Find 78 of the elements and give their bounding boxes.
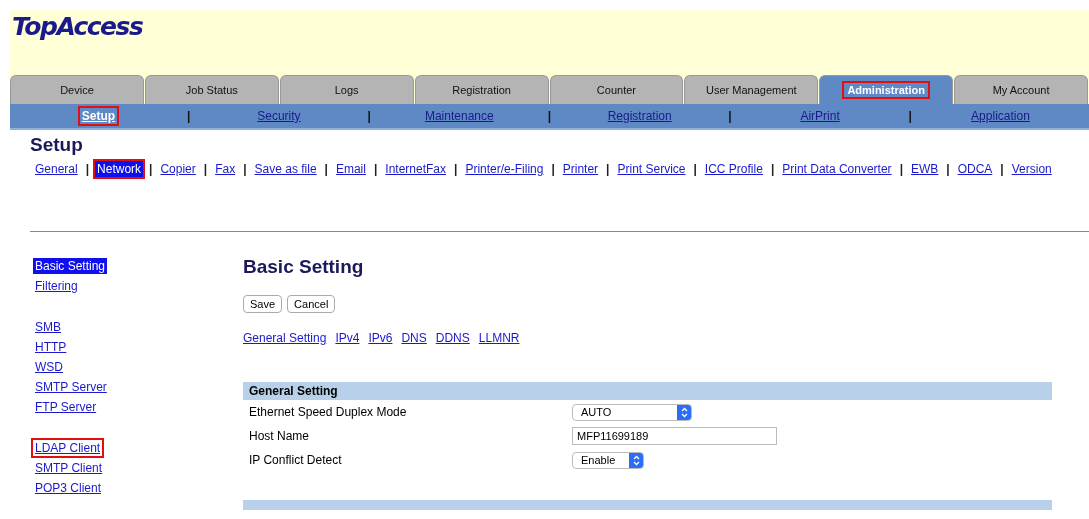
separator: | bbox=[149, 162, 153, 176]
sidebar-link[interactable]: SMB bbox=[33, 319, 63, 335]
select-field[interactable]: Enable bbox=[572, 451, 644, 469]
separator: | bbox=[899, 162, 903, 176]
field-label: IP Conflict Detect bbox=[248, 453, 343, 467]
select-field[interactable]: AUTO bbox=[572, 403, 692, 421]
text-field[interactable]: MFP11699189 bbox=[572, 427, 777, 445]
subnav-link[interactable]: AirPrint bbox=[798, 108, 842, 124]
nav-tab[interactable]: Device bbox=[10, 75, 144, 104]
sidebar-link[interactable]: SMTP Client bbox=[33, 460, 105, 476]
separator: | bbox=[1000, 162, 1004, 176]
anchor-link[interactable]: DNS bbox=[401, 331, 427, 345]
chevron-icon bbox=[632, 454, 640, 466]
category-link[interactable]: Printer/e-Filing bbox=[463, 161, 546, 177]
separator: | bbox=[454, 162, 458, 176]
subnav-link[interactable]: Maintenance bbox=[422, 108, 496, 124]
separator: | bbox=[324, 162, 328, 176]
anchor-link[interactable]: General Setting bbox=[243, 331, 327, 345]
category-link[interactable]: Print Data Converter bbox=[780, 161, 894, 177]
nav-tab[interactable]: Administration bbox=[819, 75, 954, 104]
nav-tab[interactable]: Registration bbox=[414, 75, 549, 104]
category-link[interactable]: ICC Profile bbox=[702, 161, 765, 177]
logo: TopAccess bbox=[12, 12, 143, 41]
separator: | bbox=[908, 109, 912, 123]
field-label: Host Name bbox=[248, 429, 311, 443]
nav-tab[interactable]: Counter bbox=[549, 75, 684, 104]
sidebar-link[interactable]: HTTP bbox=[33, 339, 69, 355]
separator: | bbox=[243, 162, 247, 176]
category-link[interactable]: Print Service bbox=[615, 161, 688, 177]
subnav-link[interactable]: Setup bbox=[79, 108, 118, 124]
chevron-icon bbox=[680, 406, 688, 418]
category-link[interactable]: Version bbox=[1009, 161, 1054, 177]
category-link[interactable]: Network bbox=[95, 161, 144, 177]
separator: | bbox=[606, 162, 610, 176]
separator: | bbox=[203, 162, 208, 176]
sidebar-link[interactable]: POP3 Client bbox=[33, 480, 104, 496]
sidebar-link[interactable]: SMTP Server bbox=[33, 379, 109, 395]
sidebar-link[interactable]: FTP Server bbox=[33, 399, 99, 415]
category-link[interactable]: Email bbox=[333, 161, 368, 177]
nav-tab[interactable]: Job Status bbox=[144, 75, 279, 104]
category-link[interactable]: InternetFax bbox=[383, 161, 448, 177]
action-button[interactable]: Cancel bbox=[287, 295, 336, 313]
category-link[interactable]: Fax bbox=[213, 161, 238, 177]
separator: | bbox=[551, 162, 555, 176]
separator: | bbox=[367, 109, 371, 123]
separator: | bbox=[187, 109, 191, 123]
section-header: General Setting bbox=[243, 382, 1052, 400]
anchor-link[interactable]: LLMNR bbox=[478, 331, 520, 345]
sidebar-link[interactable]: Filtering bbox=[33, 278, 80, 294]
category-link[interactable]: ODCA bbox=[955, 161, 995, 177]
subnav-link[interactable]: Registration bbox=[605, 108, 674, 124]
separator: | bbox=[547, 109, 552, 123]
separator: | bbox=[946, 162, 950, 176]
separator: | bbox=[770, 162, 775, 176]
separator: | bbox=[728, 109, 732, 123]
category-link[interactable]: Copier bbox=[158, 161, 198, 177]
nav-tab[interactable]: User Management bbox=[684, 75, 819, 104]
field-label: Ethernet Speed Duplex Mode bbox=[248, 405, 408, 419]
sidebar-link[interactable]: Basic Setting bbox=[33, 258, 108, 274]
separator: | bbox=[85, 162, 90, 176]
sidebar-link[interactable]: WSD bbox=[33, 359, 65, 375]
category-link[interactable]: Save as file bbox=[252, 161, 319, 177]
anchor-link[interactable]: IPv4 bbox=[335, 331, 360, 345]
category-link[interactable]: General bbox=[33, 161, 80, 177]
separator: | bbox=[693, 162, 697, 176]
section-title: Basic Setting bbox=[243, 256, 365, 278]
nav-tab[interactable]: Logs bbox=[279, 75, 414, 104]
subnav-link[interactable]: Security bbox=[255, 108, 303, 124]
sidebar-link[interactable]: LDAP Client bbox=[33, 440, 103, 456]
anchor-link[interactable]: DDNS bbox=[435, 331, 470, 345]
separator: | bbox=[373, 162, 378, 176]
page-title: Setup bbox=[30, 134, 84, 156]
category-link[interactable]: EWB bbox=[909, 161, 941, 177]
subnav-link[interactable]: Application bbox=[969, 108, 1032, 124]
action-button[interactable]: Save bbox=[243, 295, 283, 313]
anchor-link[interactable]: IPv6 bbox=[368, 331, 393, 345]
category-link[interactable]: Printer bbox=[560, 161, 601, 177]
nav-tab[interactable]: My Account bbox=[954, 75, 1088, 104]
